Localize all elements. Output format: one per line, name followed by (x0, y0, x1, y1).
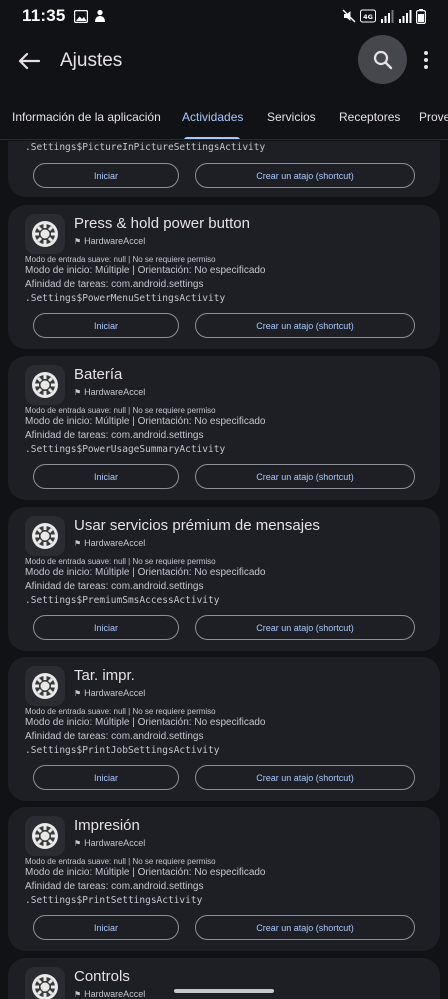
activity-title: Usar servicios prémium de mensajes (74, 517, 320, 534)
home-indicator[interactable] (174, 989, 274, 993)
signal-icon (381, 9, 394, 23)
launch-mode: Modo de inicio: Múltiple | Orientación: … (25, 265, 266, 276)
search-icon (373, 50, 392, 69)
mute-icon (342, 9, 356, 23)
flag-icon: ⚑ (74, 538, 82, 548)
more-options-button[interactable] (413, 40, 439, 80)
launch-mode: Modo de inicio: Múltiple | Orientación: … (25, 567, 266, 578)
image-icon (73, 9, 88, 23)
create-shortcut-button[interactable]: Crear un atajo (shortcut) (195, 765, 415, 790)
start-button[interactable]: Iniciar (33, 765, 179, 790)
settings-gear-icon (25, 365, 65, 405)
activity-name: .Settings$PrintSettingsActivity (25, 895, 203, 906)
launch-mode: Modo de inicio: Múltiple | Orientación: … (25, 717, 266, 728)
create-shortcut-button[interactable]: Crear un atajo (shortcut) (195, 163, 415, 188)
back-button[interactable] (1, 33, 57, 89)
activity-tag: HardwareAccel (84, 387, 146, 397)
activity-card: .Settings$PictureInPictureSettingsActivi… (8, 141, 440, 197)
launch-mode: Modo de inicio: Múltiple | Orientación: … (25, 867, 266, 878)
activity-card: Tar. impr. ⚑ HardwareAccel Modo de entrad… (8, 657, 440, 801)
activity-tag: HardwareAccel (84, 236, 146, 246)
activity-title: Impresión (74, 817, 140, 834)
page-title: Ajustes (60, 50, 123, 71)
task-affinity: Afinidad de tareas: com.android.settings (25, 430, 204, 441)
svg-text:4G: 4G (363, 13, 373, 21)
more-vert-icon (424, 51, 428, 55)
activity-tag: HardwareAccel (84, 688, 146, 698)
tab-activities[interactable]: Actividades (182, 100, 243, 138)
flag-icon: ⚑ (74, 989, 82, 999)
task-affinity: Afinidad de tareas: com.android.settings (25, 731, 204, 742)
signal-icon (399, 9, 412, 23)
activity-list[interactable]: .Settings$PictureInPictureSettingsActivi… (0, 141, 448, 999)
activity-card: Batería ⚑ HardwareAccel Modo de entrada s… (8, 356, 440, 500)
create-shortcut-button[interactable]: Crear un atajo (shortcut) (195, 313, 415, 338)
activity-title: Controls (74, 968, 130, 985)
activity-title: Batería (74, 366, 123, 383)
task-affinity: Afinidad de tareas: com.android.settings (25, 279, 204, 290)
start-button[interactable]: Iniciar (33, 313, 179, 338)
flag-icon: ⚑ (74, 838, 82, 848)
flag-icon: ⚑ (74, 688, 82, 698)
settings-gear-icon (25, 967, 65, 999)
activity-title: Tar. impr. (74, 667, 135, 684)
task-affinity: Afinidad de tareas: com.android.settings (25, 581, 204, 592)
settings-gear-icon (25, 516, 65, 556)
create-shortcut-button[interactable]: Crear un atajo (shortcut) (195, 915, 415, 940)
app-bar: Ajustes (0, 32, 448, 90)
soft-input-mode: Modo de entrada suave: null | No se requ… (25, 557, 216, 566)
tab-providers[interactable]: Proveedores (419, 100, 448, 138)
status-time: 11:35 (22, 6, 66, 25)
activity-tag: HardwareAccel (84, 989, 146, 999)
active-tab-indicator (184, 137, 240, 139)
tab-services[interactable]: Servicios (267, 100, 316, 138)
settings-gear-icon (25, 816, 65, 856)
activity-name: .Settings$PictureInPictureSettingsActivi… (25, 142, 266, 153)
search-button[interactable] (358, 35, 407, 84)
arrow-back-icon (18, 52, 40, 70)
start-button[interactable]: Iniciar (33, 615, 179, 640)
create-shortcut-button[interactable]: Crear un atajo (shortcut) (195, 464, 415, 489)
soft-input-mode: Modo de entrada suave: null | No se requ… (25, 707, 216, 716)
settings-gear-icon (25, 214, 65, 254)
battery-icon (416, 8, 426, 24)
activity-name: .Settings$PowerUsageSummaryActivity (25, 444, 226, 455)
activity-card: Press & hold power button ⚑ HardwareAccel… (8, 205, 440, 349)
tab-app-info[interactable]: Información de la aplicación (12, 100, 161, 138)
task-affinity: Afinidad de tareas: com.android.settings (25, 881, 204, 892)
status-bar: 11:35 4G (0, 0, 448, 32)
soft-input-mode: Modo de entrada suave: null | No se requ… (25, 255, 216, 264)
soft-input-mode: Modo de entrada suave: null | No se requ… (25, 406, 216, 415)
start-button[interactable]: Iniciar (33, 163, 179, 188)
tab-bar: Información de la aplicación Actividades… (0, 100, 448, 140)
activity-title: Press & hold power button (74, 215, 250, 232)
launch-mode: Modo de inicio: Múltiple | Orientación: … (25, 416, 266, 427)
activity-card: Usar servicios prémium de mensajes ⚑ Hard… (8, 507, 440, 651)
gesture-icon (94, 9, 105, 22)
flag-icon: ⚑ (74, 387, 82, 397)
activity-name: .Settings$PowerMenuSettingsActivity (25, 293, 226, 304)
activity-card: Impresión ⚑ HardwareAccel Modo de entrada… (8, 807, 440, 951)
activity-tag: HardwareAccel (84, 538, 146, 548)
settings-gear-icon (25, 666, 65, 706)
activity-name: .Settings$PrintJobSettingsActivity (25, 745, 220, 756)
create-shortcut-button[interactable]: Crear un atajo (shortcut) (195, 615, 415, 640)
volte-icon: 4G (360, 9, 376, 23)
activity-tag: HardwareAccel (84, 838, 146, 848)
start-button[interactable]: Iniciar (33, 464, 179, 489)
soft-input-mode: Modo de entrada suave: null | No se requ… (25, 857, 216, 866)
activity-name: .Settings$PremiumSmsAccessActivity (25, 595, 220, 606)
flag-icon: ⚑ (74, 236, 82, 246)
tab-receivers[interactable]: Receptores (339, 100, 400, 138)
start-button[interactable]: Iniciar (33, 915, 179, 940)
